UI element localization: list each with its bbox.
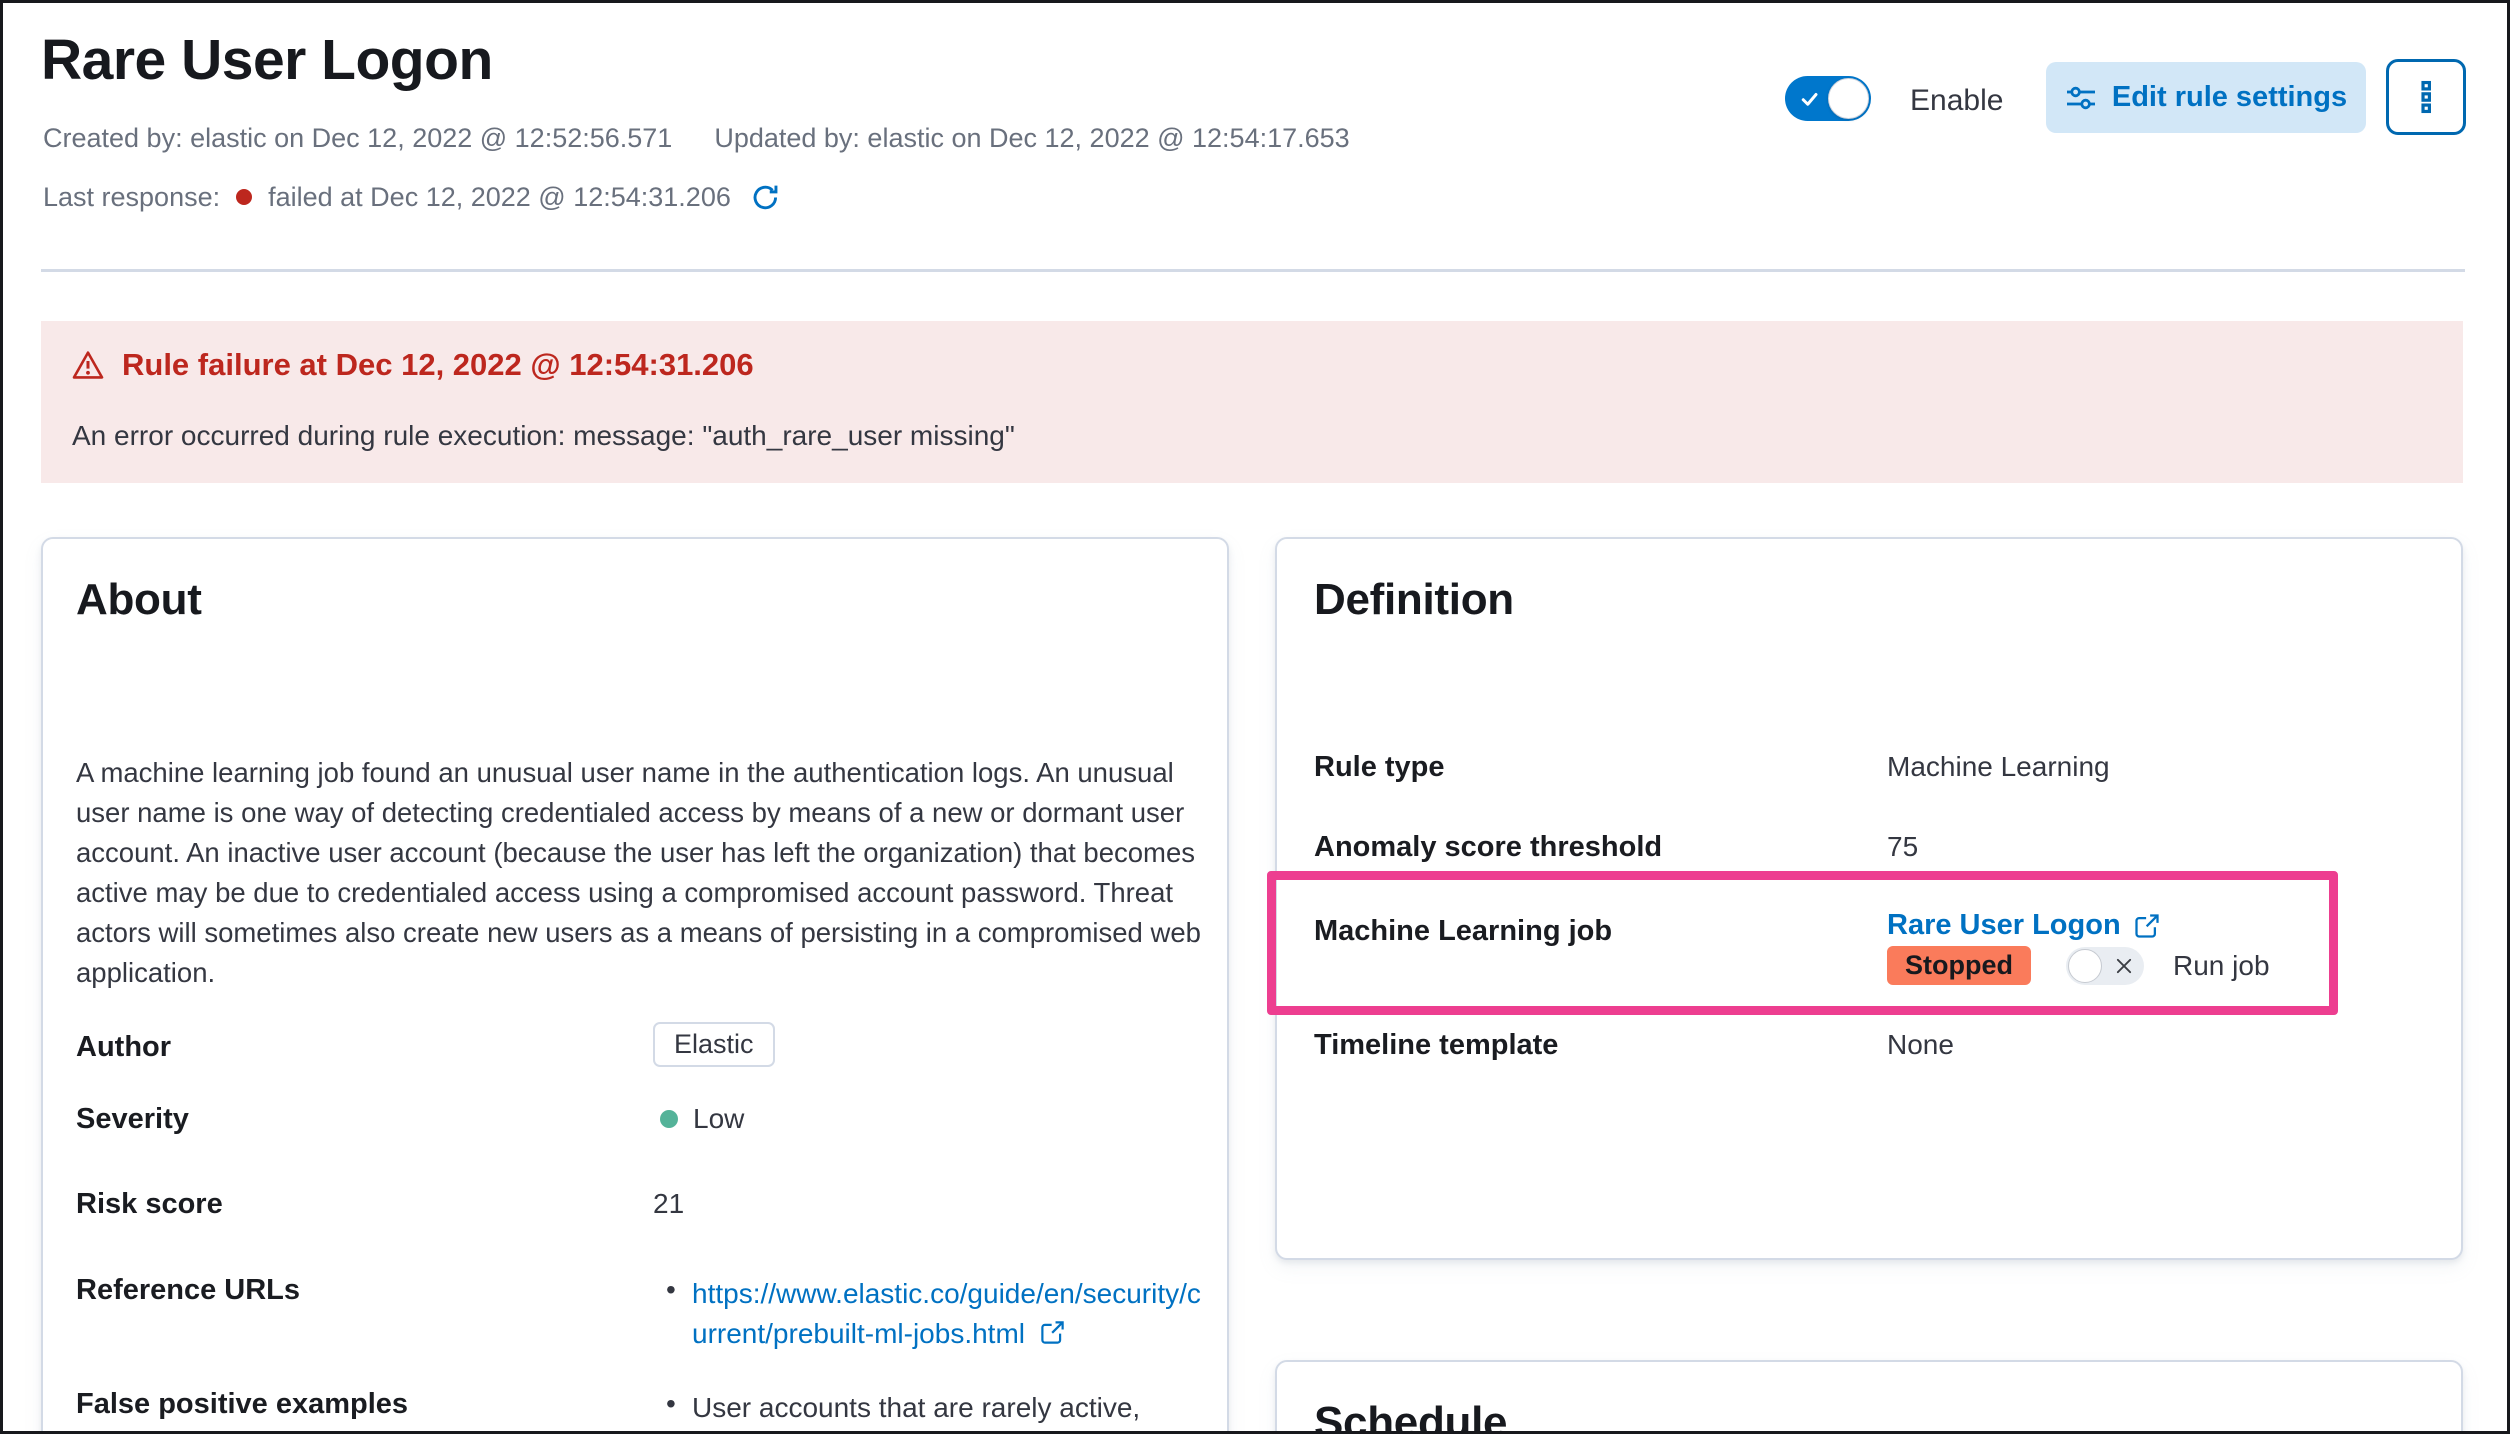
ml-job-label: Machine Learning job: [1314, 915, 1612, 948]
ml-job-status-row: Stopped Run job: [1887, 946, 2270, 985]
run-job-toggle[interactable]: [2066, 947, 2144, 985]
about-description: A machine learning job found an unusual …: [76, 753, 1202, 993]
run-job-label: Run job: [2173, 950, 2270, 982]
false-positives-label: False positive examples: [76, 1388, 408, 1421]
rule-type-value: Machine Learning: [1887, 751, 2110, 783]
toggle-thumb: [1828, 78, 1869, 119]
timeline-template-label: Timeline template: [1314, 1029, 1558, 1062]
list-bullet: •: [666, 1274, 692, 1306]
last-response-value: failed at Dec 12, 2022 @ 12:54:31.206: [268, 182, 731, 213]
page-title: Rare User Logon: [41, 27, 493, 93]
severity-value: Low: [693, 1103, 744, 1135]
false-positives-value: User accounts that are rarely active, su…: [692, 1388, 1204, 1434]
last-response-label: Last response:: [43, 182, 220, 213]
enable-toggle[interactable]: [1785, 76, 1871, 121]
rule-failure-message: An error occurred during rule execution:…: [72, 420, 1015, 452]
failed-status-dot: [236, 189, 252, 205]
rule-failure-callout: [41, 321, 2463, 483]
sliders-icon: [2065, 82, 2097, 114]
definition-panel: Definition Rule type Machine Learning An…: [1275, 537, 2463, 1260]
risk-score-label: Risk score: [76, 1188, 223, 1221]
external-link-icon: [2133, 912, 2161, 940]
refresh-icon[interactable]: [749, 180, 783, 214]
external-link-icon: [1039, 1319, 1066, 1353]
about-panel: About A machine learning job found an un…: [41, 537, 1229, 1434]
toggle-thumb: [2068, 949, 2102, 983]
reference-url-link[interactable]: https://www.elastic.co/guide/en/security…: [692, 1278, 1201, 1349]
boxes-vertical-icon: [2409, 80, 2443, 114]
rule-meta: Created by: elastic on Dec 12, 2022 @ 12…: [43, 123, 1350, 154]
definition-title: Definition: [1314, 575, 1514, 625]
ml-job-link[interactable]: Rare User Logon: [1887, 909, 2121, 942]
ml-job-status-badge: Stopped: [1887, 946, 2031, 985]
severity-label: Severity: [76, 1103, 189, 1136]
enable-label: Enable: [1910, 84, 2003, 118]
schedule-panel: Schedule: [1275, 1360, 2463, 1434]
header-divider: [41, 269, 2465, 272]
anomaly-threshold-value: 75: [1887, 831, 1918, 863]
list-bullet: •: [666, 1388, 692, 1420]
severity-low-dot: [660, 1110, 678, 1128]
schedule-title: Schedule: [1314, 1398, 1507, 1434]
anomaly-threshold-label: Anomaly score threshold: [1314, 831, 1662, 864]
updated-by-text: Updated by: elastic on Dec 12, 2022 @ 12…: [714, 123, 1349, 154]
about-title: About: [76, 575, 202, 625]
rule-failure-title-row: Rule failure at Dec 12, 2022 @ 12:54:31.…: [72, 347, 754, 383]
rule-details-page: Rare User Logon Created by: elastic on D…: [0, 0, 2510, 1434]
reference-urls-label: Reference URLs: [76, 1274, 300, 1307]
risk-score-value: 21: [653, 1188, 684, 1220]
created-by-text: Created by: elastic on Dec 12, 2022 @ 12…: [43, 123, 672, 154]
last-response-row: Last response: failed at Dec 12, 2022 @ …: [43, 179, 783, 215]
author-label: Author: [76, 1031, 171, 1064]
edit-rule-settings-label: Edit rule settings: [2112, 81, 2347, 114]
edit-rule-settings-button[interactable]: Edit rule settings: [2046, 62, 2366, 133]
timeline-template-value: None: [1887, 1029, 1954, 1061]
rule-type-label: Rule type: [1314, 751, 1445, 784]
rule-failure-title: Rule failure at Dec 12, 2022 @ 12:54:31.…: [122, 347, 754, 383]
warning-triangle-icon: [72, 349, 104, 381]
ml-job-link-row: Rare User Logon: [1887, 909, 2161, 942]
all-actions-button[interactable]: [2386, 59, 2466, 135]
author-badge: Elastic: [653, 1022, 775, 1067]
